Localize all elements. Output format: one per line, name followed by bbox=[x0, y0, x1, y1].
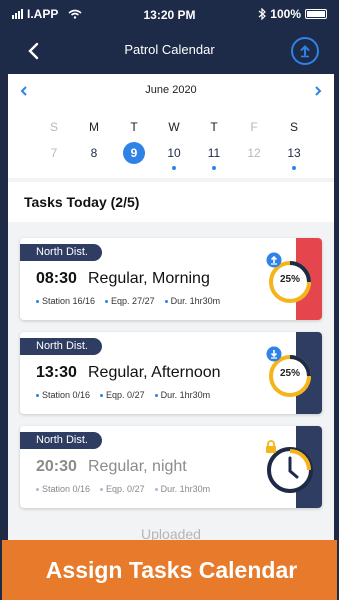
bullet-dot bbox=[100, 393, 104, 397]
calendar-day[interactable]: 7 bbox=[34, 142, 74, 170]
day-number: 10 bbox=[167, 146, 181, 160]
bullet-dot bbox=[154, 487, 158, 491]
lock-icon bbox=[266, 440, 276, 453]
calendar-day[interactable]: 10 bbox=[154, 142, 194, 170]
meta-text: Dur. 1hr30m bbox=[160, 484, 211, 494]
district-tag: North Dist. bbox=[20, 244, 102, 261]
bullet-dot bbox=[36, 299, 39, 303]
task-card[interactable]: North Dist. 20:30 Regular, night Station 0/… bbox=[20, 426, 322, 508]
meta-text: Station 0/16 bbox=[42, 390, 91, 400]
district-tag: North Dist. bbox=[20, 432, 102, 449]
meta-equipment: Eqp. 27/27 bbox=[105, 296, 155, 306]
task-time: 08:30 bbox=[36, 270, 77, 287]
task-name: Regular, night bbox=[88, 458, 187, 475]
calendar-day[interactable]: 8 bbox=[74, 142, 114, 170]
calendar-day[interactable]: 13 bbox=[274, 142, 314, 170]
district-tag: North Dist. bbox=[20, 338, 102, 355]
task-time: 13:30 bbox=[36, 364, 77, 381]
task-name: Regular, Morning bbox=[88, 270, 210, 287]
weekday-label: F bbox=[250, 120, 258, 134]
calendar-day[interactable]: 9 bbox=[114, 142, 154, 170]
weekday-label: W bbox=[168, 120, 180, 134]
task-meta: Station 0/16 Eqp. 0/27 Dur. 1hr30m bbox=[36, 484, 210, 494]
day-number: 9 bbox=[123, 142, 145, 164]
main-content: June 2020 S M T W T F S 7 8 9 10 11 12 13 Tasks Toda… bbox=[8, 74, 334, 600]
status-right: 100% bbox=[258, 7, 327, 21]
meta-duration: Dur. 1hr30m bbox=[154, 484, 211, 494]
download-icon bbox=[266, 346, 282, 362]
meta-text: Eqp. 0/27 bbox=[106, 390, 145, 400]
meta-station: Station 0/16 bbox=[36, 390, 90, 400]
battery-icon bbox=[305, 9, 327, 19]
task-name: Regular, Afternoon bbox=[88, 364, 221, 381]
weekday-label: T bbox=[130, 120, 138, 134]
meta-text: Station 0/16 bbox=[42, 484, 91, 494]
task-indicator-dot bbox=[172, 166, 176, 170]
weekday-label: S bbox=[289, 120, 298, 134]
meta-text: Eqp. 27/27 bbox=[111, 296, 155, 306]
day-number: 11 bbox=[207, 146, 221, 160]
meta-text: Dur. 1hr30m bbox=[160, 390, 211, 400]
meta-station: Station 0/16 bbox=[36, 484, 90, 494]
meta-text: Dur. 1hr30m bbox=[170, 296, 221, 306]
page-title: Patrol Calendar bbox=[124, 42, 215, 57]
bullet-dot bbox=[36, 487, 39, 491]
bullet-dot bbox=[105, 299, 109, 303]
clock-icon bbox=[266, 440, 314, 494]
bullet-dot bbox=[154, 393, 158, 397]
status-bar: I.APP 13:20 PM 100% bbox=[2, 0, 337, 28]
weekday-label: T bbox=[210, 120, 218, 134]
month-label: June 2020 bbox=[145, 84, 197, 96]
meta-equipment: Eqp. 0/27 bbox=[100, 484, 145, 494]
day-number: 13 bbox=[287, 146, 301, 160]
progress-value: 25% bbox=[279, 368, 300, 379]
bullet-dot bbox=[164, 299, 168, 303]
bullet-dot bbox=[36, 393, 39, 397]
progress-ring: 25% bbox=[266, 346, 314, 400]
day-number: 12 bbox=[247, 146, 261, 160]
task-card[interactable]: North Dist. 08:30 Regular, Morning Station … bbox=[20, 238, 322, 320]
upload-icon bbox=[300, 45, 310, 58]
calendar-day[interactable]: 12 bbox=[234, 142, 274, 170]
next-week-button[interactable] bbox=[314, 84, 322, 99]
date-row: 7 8 9 10 11 12 13 bbox=[34, 142, 334, 170]
bullet-dot bbox=[100, 487, 104, 491]
phone-screen: I.APP 13:20 PM 100% Patrol Calendar June… bbox=[2, 0, 337, 600]
caption-banner: Assign Tasks Calendar bbox=[2, 540, 337, 600]
calendar-day[interactable]: 11 bbox=[194, 142, 234, 170]
upload-button[interactable] bbox=[291, 37, 319, 65]
meta-text: Station 16/16 bbox=[42, 296, 96, 306]
battery-label: 100% bbox=[270, 7, 301, 21]
task-meta: Station 0/16 Eqp. 0/27 Dur. 1hr30m bbox=[36, 390, 210, 400]
meta-duration: Dur. 1hr30m bbox=[154, 390, 211, 400]
chevron-right-icon bbox=[315, 86, 322, 96]
weekday-label: M bbox=[89, 120, 99, 134]
upload-icon bbox=[266, 252, 282, 268]
task-card[interactable]: North Dist. 13:30 Regular, Afternoon Statio… bbox=[20, 332, 322, 414]
meta-equipment: Eqp. 0/27 bbox=[100, 390, 145, 400]
weekday-row: SMTWTFS bbox=[34, 120, 334, 134]
tasks-header: Tasks Today (2/5) bbox=[8, 182, 334, 222]
progress-value: 25% bbox=[279, 274, 300, 285]
day-number: 7 bbox=[50, 146, 58, 160]
task-indicator-dot bbox=[212, 166, 216, 170]
progress-ring: 25% bbox=[266, 252, 314, 306]
meta-duration: Dur. 1hr30m bbox=[164, 296, 221, 306]
bluetooth-icon bbox=[258, 8, 267, 20]
nav-bar: Patrol Calendar bbox=[2, 28, 337, 74]
task-time: 20:30 bbox=[36, 458, 77, 475]
day-number: 8 bbox=[90, 146, 98, 160]
week-calendar: June 2020 S M T W T F S 7 8 9 10 11 12 13 bbox=[8, 74, 334, 178]
tasks-title: Tasks Today (2/5) bbox=[24, 194, 140, 210]
task-indicator-dot bbox=[292, 166, 296, 170]
task-meta: Station 16/16 Eqp. 27/27 Dur. 1hr30m bbox=[36, 296, 220, 306]
meta-station: Station 16/16 bbox=[36, 296, 95, 306]
weekday-label: S bbox=[49, 120, 58, 134]
meta-text: Eqp. 0/27 bbox=[106, 484, 145, 494]
